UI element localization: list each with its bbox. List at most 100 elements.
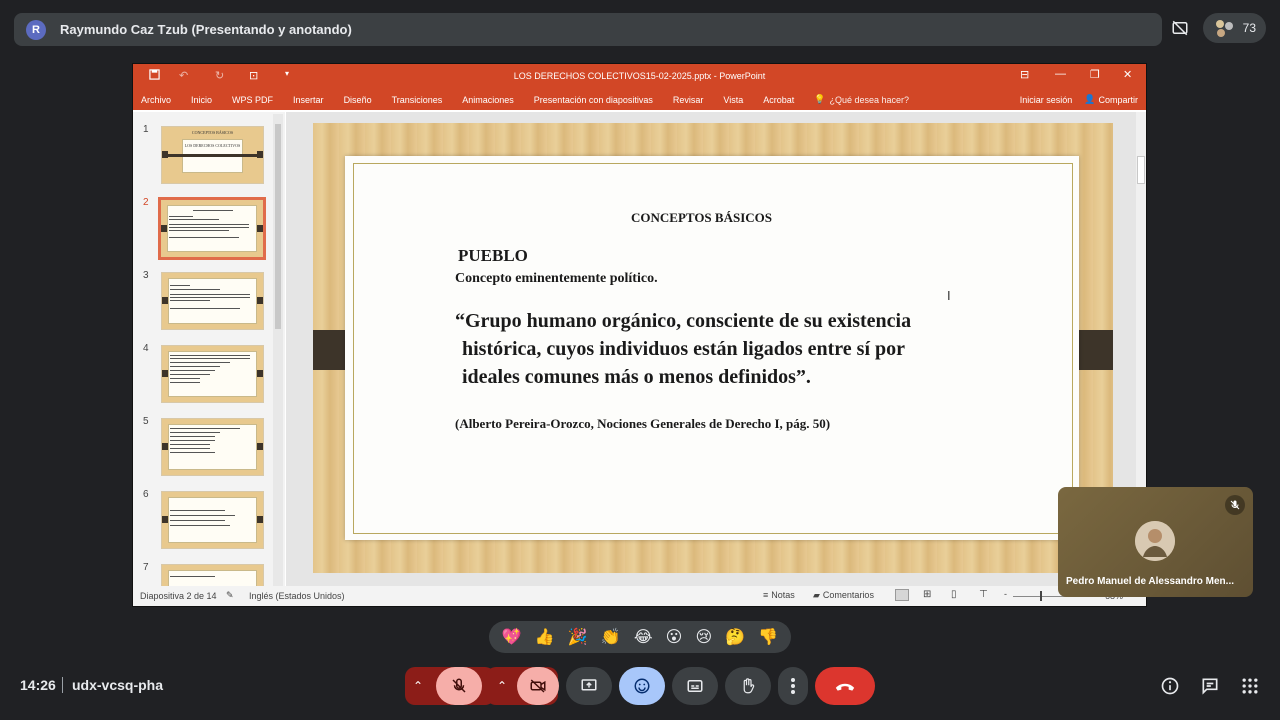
- meeting-code: udx-vcsq-pha: [72, 677, 164, 693]
- thumbnail-3[interactable]: 3: [139, 270, 264, 336]
- thumbnail-preview: [161, 272, 264, 330]
- presenter-avatar: R: [26, 19, 46, 40]
- tab-presentacion[interactable]: Presentación con diapositivas: [524, 95, 663, 105]
- thumbnail-5[interactable]: 5: [139, 416, 264, 482]
- thumbnail-7[interactable]: 7: [139, 562, 264, 586]
- presenter-banner: R Raymundo Caz Tzub (Presentando y anota…: [14, 13, 1162, 46]
- thumbnail-scrollbar-thumb[interactable]: [275, 124, 281, 329]
- thumbnail-number: 1: [143, 124, 149, 135]
- slide-quote-line2[interactable]: histórica, cuyos individuos están ligado…: [462, 338, 905, 361]
- tab-vista[interactable]: Vista: [713, 95, 753, 105]
- slide-quote-line3[interactable]: ideales comunes más o menos definidos”.: [462, 366, 811, 389]
- spellcheck-icon[interactable]: ✎: [226, 590, 234, 601]
- mic-off-icon: [452, 678, 466, 693]
- thumbnail-number: 5: [143, 416, 149, 427]
- thumbnail-number: 6: [143, 489, 149, 500]
- tab-insertar[interactable]: Insertar: [283, 95, 334, 105]
- reaction-thumbs-down[interactable]: 👎: [758, 627, 778, 647]
- chat-icon[interactable]: [1200, 676, 1220, 701]
- normal-view-icon[interactable]: [895, 589, 909, 601]
- ribbon-display-icon[interactable]: ⊟: [1020, 68, 1029, 81]
- more-options-button[interactable]: [778, 667, 808, 705]
- minimize-icon[interactable]: —: [1055, 68, 1066, 80]
- sign-in-link[interactable]: Iniciar sesión: [1020, 95, 1073, 105]
- language-status[interactable]: Inglés (Estados Unidos): [249, 591, 345, 601]
- thumbnail-2[interactable]: 2: [139, 197, 266, 263]
- comments-button[interactable]: ▰ Comentarios: [813, 590, 874, 601]
- tab-inicio[interactable]: Inicio: [181, 95, 222, 105]
- activities-icon[interactable]: [1240, 676, 1260, 701]
- slide-quote-line1[interactable]: “Grupo humano orgánico, consciente de su…: [455, 310, 911, 333]
- slide-scrollbar-thumb[interactable]: [1137, 156, 1145, 184]
- people-button[interactable]: 73: [1202, 13, 1266, 43]
- reaction-sad[interactable]: 😢: [695, 627, 712, 647]
- reactions-button[interactable]: [619, 667, 665, 705]
- participant-tile[interactable]: Pedro Manuel de Alessandro Men...: [1058, 487, 1253, 597]
- meeting-details-icon[interactable]: [1160, 676, 1180, 701]
- tab-transiciones[interactable]: Transiciones: [382, 95, 453, 105]
- thumbnail-4[interactable]: 4: [139, 343, 264, 409]
- reaction-heart[interactable]: 💖: [502, 627, 522, 647]
- slide-thumbnails-pane[interactable]: 1 CONCEPTOS BÁSICOS LOS DERECHOS COLECTI…: [133, 112, 285, 586]
- hand-icon: [743, 678, 755, 694]
- tab-animaciones[interactable]: Animaciones: [452, 95, 524, 105]
- slide-sorter-icon[interactable]: ⊞: [923, 589, 931, 600]
- tab-acrobat[interactable]: Acrobat: [753, 95, 804, 105]
- divider: [62, 677, 63, 693]
- slide-subtitle[interactable]: Concepto eminentemente político.: [455, 271, 658, 287]
- powerpoint-window: ↶ ↻ ⊡ ▾ LOS DERECHOS COLECTIVOS15-02-202…: [132, 63, 1147, 607]
- tab-revisar[interactable]: Revisar: [663, 95, 714, 105]
- present-icon: [581, 679, 597, 691]
- close-icon[interactable]: ✕: [1123, 68, 1132, 81]
- audio-options-chevron-icon[interactable]: ⌃: [413, 679, 423, 693]
- top-right-controls: 73: [1165, 13, 1266, 43]
- reaction-laugh[interactable]: 😂: [634, 627, 653, 647]
- people-count: 73: [1242, 21, 1256, 35]
- video-options-chevron-icon[interactable]: ⌃: [497, 679, 507, 693]
- smiley-icon: [634, 678, 650, 694]
- ribbon-tabs: Archivo Inicio WPS PDF Insertar Diseño T…: [133, 89, 1146, 110]
- reaction-party[interactable]: 🎉: [568, 627, 588, 647]
- reaction-clap[interactable]: 👏: [601, 627, 621, 647]
- thumbnail-6[interactable]: 6: [139, 489, 264, 555]
- person-icon: 👤: [1084, 94, 1096, 104]
- notes-icon: ≡: [763, 590, 769, 600]
- microphone-off-button[interactable]: [436, 667, 482, 705]
- comments-label: Comentarios: [822, 590, 874, 600]
- thumbnail-1[interactable]: 1 CONCEPTOS BÁSICOS LOS DERECHOS COLECTI…: [139, 124, 264, 190]
- camera-off-icon: [530, 679, 546, 693]
- reaction-surprised[interactable]: 😮: [666, 627, 683, 647]
- thumbnail-preview: [161, 345, 264, 403]
- slide-citation[interactable]: (Alberto Pereira-Orozco, Nociones Genera…: [455, 416, 830, 432]
- zoom-slider-handle[interactable]: [1040, 591, 1042, 601]
- raise-hand-button[interactable]: [725, 667, 771, 705]
- notes-label: Notas: [771, 590, 795, 600]
- captions-icon: [687, 680, 703, 692]
- present-screen-button[interactable]: [566, 667, 612, 705]
- reaction-thinking[interactable]: 🤔: [725, 627, 745, 647]
- reading-view-icon[interactable]: ▯: [951, 589, 957, 600]
- captions-button[interactable]: [672, 667, 718, 705]
- slide-term[interactable]: PUEBLO: [458, 246, 528, 266]
- tab-wps-pdf[interactable]: WPS PDF: [222, 95, 283, 105]
- share-button[interactable]: 👤 Compartir: [1084, 94, 1138, 105]
- thumbnail-number: 7: [143, 562, 149, 573]
- tab-archivo[interactable]: Archivo: [133, 95, 181, 105]
- reaction-thumbs-up[interactable]: 👍: [535, 627, 555, 647]
- tell-me-text: ¿Qué desea hacer?: [829, 94, 910, 105]
- tell-me-box[interactable]: 💡 ¿Qué desea hacer?: [804, 94, 919, 105]
- restore-icon[interactable]: ❐: [1090, 68, 1100, 81]
- leave-call-button[interactable]: [815, 667, 875, 705]
- notes-button[interactable]: ≡ Notas: [763, 590, 795, 600]
- hide-tile-icon[interactable]: [1165, 13, 1195, 43]
- text-cursor-icon: I: [947, 288, 951, 303]
- share-label: Compartir: [1098, 94, 1138, 105]
- zoom-out-icon[interactable]: -: [1004, 589, 1007, 599]
- thumb1-subtitle: LOS DERECHOS COLECTIVOS: [184, 143, 241, 148]
- camera-off-button[interactable]: [517, 667, 559, 705]
- slide-heading[interactable]: CONCEPTOS BÁSICOS: [345, 210, 1058, 226]
- clock: 14:26: [20, 677, 56, 693]
- slideshow-view-icon[interactable]: ⊤: [979, 589, 988, 600]
- tab-diseno[interactable]: Diseño: [334, 95, 382, 105]
- status-bar: Diapositiva 2 de 14 ✎ Inglés (Estados Un…: [133, 586, 1146, 606]
